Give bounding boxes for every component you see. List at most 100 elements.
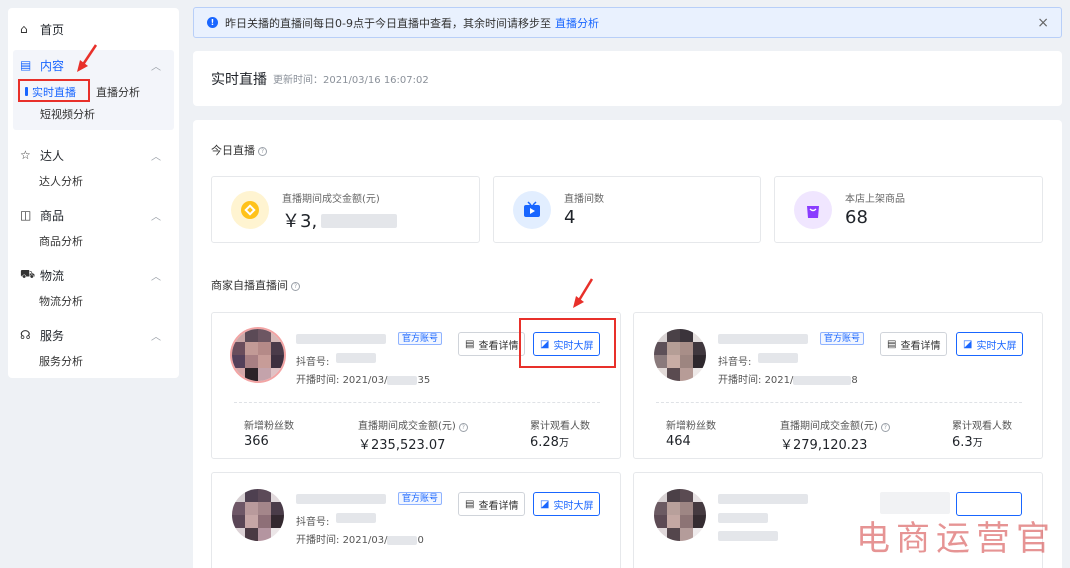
info-icon: ! [207,17,218,28]
help-icon[interactable]: ? [258,147,267,156]
sidebar-item-video-analysis[interactable]: 短视频分析 [13,104,174,124]
start-time: 开播时间: 2021/8 [718,371,858,386]
chevron-up-icon[interactable]: ︿ [151,208,161,223]
nav-talent[interactable]: ☆ 达人 ︿ [8,140,179,170]
stat-card-room-count: 直播间数 4 [493,176,761,243]
self-live-title: 商家自播直播间? [211,277,300,293]
red-arrow-icon [573,278,594,308]
metric-viewers-value: 6.28万 [530,434,569,450]
chevron-up-icon[interactable]: ︿ [151,148,161,163]
close-icon[interactable]: × [1037,15,1049,31]
document-icon: ▤ [887,338,897,350]
highlight-box-realtime [18,79,90,102]
view-detail-button[interactable]: ▤ 查看详情 [458,332,526,356]
avatar [654,329,706,381]
metric-viewers-label: 累计观看人数 [530,421,590,432]
view-detail-button[interactable]: ▤ 查看详情 [458,492,526,516]
blurred-id [758,353,798,363]
blurred-name [296,494,386,504]
stat-room-count-label: 直播间数 [564,194,604,205]
metric-amount-text: 直播期间成交金额(元) [780,421,878,432]
divider [656,402,1022,403]
sidebar-item-talent-analysis[interactable]: 达人分析 [8,170,179,192]
red-arrow-icon [77,44,98,72]
blurred-value [321,214,398,228]
nav-home-label: 首页 [40,22,65,37]
nav-home[interactable]: ⌂ 首页 [8,14,179,44]
sidebar-item-logistics-analysis[interactable]: 物流分析 [8,290,179,312]
start-tail: 35 [417,375,431,386]
nav-goods[interactable]: ◫ 商品 ︿ [8,200,179,230]
realtime-screen-button[interactable]: ◪ 实时大屏 [533,492,601,516]
douyin-label: 抖音号: [296,517,330,528]
nav-service-label: 服务 [40,328,65,343]
metric-amount-value: ￥235,523.07 [358,438,446,453]
douyin-id: 抖音号: [718,353,751,368]
blurred-name [718,334,808,344]
home-icon: ⌂ [20,22,28,36]
metric-amount-label: 直播期间成交金额(元)? [780,417,890,432]
shopping-bag-icon [794,191,832,229]
nav-service[interactable]: ☊ 服务 ︿ [8,320,179,350]
start-value: 2021/03/ [342,375,388,386]
view-detail-label: 查看详情 [478,340,519,352]
sidebar-item-goods-analysis[interactable]: 商品分析 [8,230,179,252]
self-live-title-text: 商家自播直播间 [211,279,288,292]
metric-viewers-value: 6.3万 [952,434,983,450]
start-value: 2021/03/ [342,535,388,546]
viewers-number: 6.3 [952,435,973,450]
nav-logistics[interactable]: ⛟ 物流 ︿ [8,260,179,290]
blurred-name [718,494,808,504]
star-icon: ☆ [20,148,31,162]
stat-card-amount: 直播期间成交金额(元) ￥3, [211,176,480,243]
avatar [232,329,284,381]
chevron-up-icon[interactable]: ︿ [151,268,161,283]
realtime-screen-label: 实时大屏 [553,500,594,512]
document-icon: ▤ [20,58,32,72]
metric-fans-label: 新增粉丝数 [666,421,716,432]
metric-amount-label: 直播期间成交金额(元)? [358,417,468,432]
realtime-screen-button[interactable]: ◪ 实时大屏 [956,332,1024,356]
realtime-screen-label: 实时大屏 [976,340,1017,352]
blurred-time [793,375,852,385]
sidebar-item-service-analysis[interactable]: 服务分析 [8,350,179,372]
document-icon: ▤ [465,338,475,350]
service-icon: ☊ [20,328,31,342]
today-live-title-text: 今日直播 [211,144,255,157]
nav-goods-label: 商品 [40,208,65,223]
sidebar-item-live-analysis[interactable]: 直播分析 [96,84,140,100]
truck-icon: ⛟ [20,267,36,281]
blurred-time [387,375,418,385]
viewers-unit: 万 [558,438,569,449]
start-value: 2021/ [764,375,794,386]
notice-text: 昨日关播的直播间每日0-9点于今日直播中查看，其余时间请移步至 [225,16,551,30]
avatar [232,489,284,541]
header-panel: 实时直播 更新时间：2021/03/16 16:07:02 [193,51,1062,106]
chevron-up-icon[interactable]: ︿ [151,58,161,73]
update-time: 2021/03/16 16:07:02 [323,75,429,86]
nav-content-label: 内容 [40,58,65,73]
view-detail-label: 查看详情 [478,500,519,512]
start-label: 开播时间: [718,375,762,386]
start-label: 开播时间: [296,375,340,386]
viewers-number: 6.28 [530,435,559,450]
stat-amount-value: ￥3, [282,207,398,233]
help-icon[interactable]: ? [458,423,468,432]
avatar [654,489,706,541]
viewers-unit: 万 [972,438,983,449]
view-detail-button[interactable]: ▤ 查看详情 [880,332,948,356]
tv-icon [513,191,551,229]
help-icon[interactable]: ? [880,423,890,432]
metric-fans-value: 464 [666,434,691,449]
help-icon[interactable]: ? [291,282,300,291]
nav-logistics-label: 物流 [40,268,65,283]
chevron-up-icon[interactable]: ︿ [151,328,161,343]
blurred-time [718,531,778,541]
today-live-title: 今日直播? [211,142,267,158]
update-label: 更新时间： [273,75,323,86]
stat-amount-text: ￥3, [282,211,318,232]
metric-fans-label: 新增粉丝数 [244,421,294,432]
view-detail-label: 查看详情 [900,340,941,352]
notice-link-live-analysis[interactable]: 直播分析 [555,15,599,31]
highlight-box-screen-button [519,318,616,368]
